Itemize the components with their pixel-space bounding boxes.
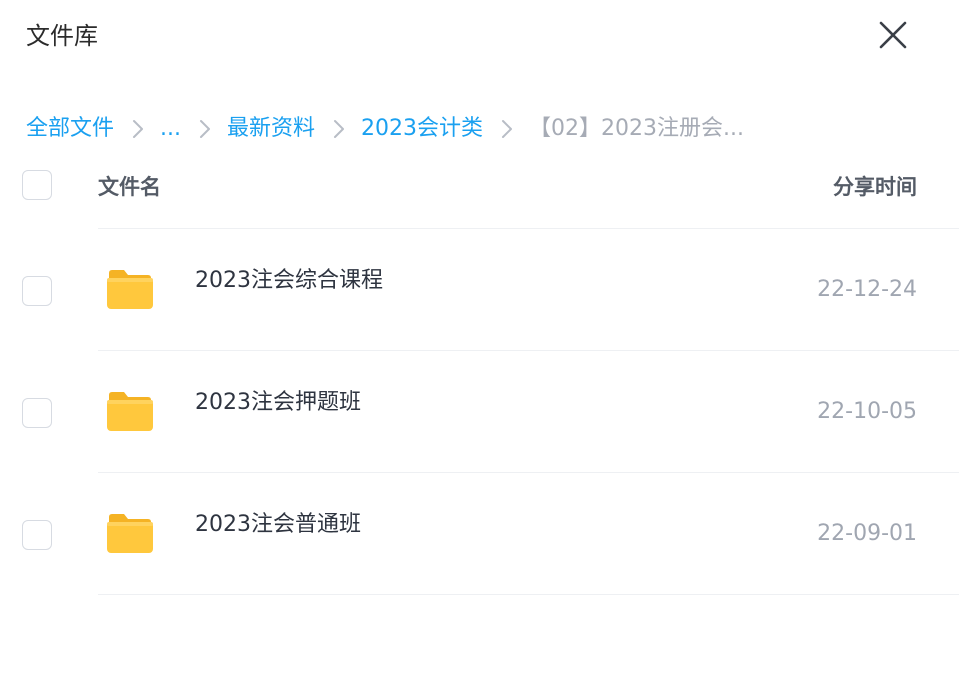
row-checkbox[interactable] [22, 520, 52, 550]
chevron-right-icon [191, 112, 219, 146]
file-name[interactable]: 2023注会押题班 [195, 387, 361, 419]
breadcrumb-item-accounting[interactable]: 2023会计类 [361, 112, 483, 146]
folder-icon [106, 389, 154, 433]
breadcrumb: 全部文件 ... 最新资料 2023会计类 【02】2023注册会... [26, 112, 744, 146]
chevron-right-icon [493, 112, 521, 146]
breadcrumb-item-current: 【02】2023注册会... [529, 116, 744, 141]
table-row[interactable]: 2023注会普通班 22-09-01 [0, 473, 959, 594]
file-library-dialog: 文件库 全部文件 ... 最新资料 2023会计类 【02】2023注册会...… [0, 0, 959, 690]
breadcrumb-item-ellipsis[interactable]: ... [160, 112, 181, 146]
breadcrumb-item-latest-materials[interactable]: 最新资料 [227, 112, 315, 146]
dialog-title: 文件库 [26, 22, 98, 50]
file-name[interactable]: 2023注会综合课程 [195, 265, 383, 297]
row-checkbox[interactable] [22, 276, 52, 306]
table-row[interactable]: 2023注会押题班 22-10-05 [0, 351, 959, 472]
row-checkbox[interactable] [22, 398, 52, 428]
column-header-share-time: 分享时间 [833, 175, 917, 199]
close-icon [879, 21, 907, 49]
folder-icon [106, 511, 154, 555]
chevron-right-icon [124, 112, 152, 146]
breadcrumb-item-all-files[interactable]: 全部文件 [26, 112, 114, 146]
select-all-checkbox[interactable] [22, 170, 52, 200]
chevron-right-icon [325, 112, 353, 146]
share-date: 22-12-24 [817, 277, 917, 302]
share-date: 22-10-05 [817, 399, 917, 424]
folder-icon [106, 267, 154, 311]
file-name[interactable]: 2023注会普通班 [195, 509, 361, 541]
close-button[interactable] [874, 16, 912, 54]
share-date: 22-09-01 [817, 521, 917, 546]
table-row[interactable]: 2023注会综合课程 22-12-24 [0, 229, 959, 350]
row-divider [98, 594, 959, 595]
column-header-name: 文件名 [98, 175, 161, 199]
